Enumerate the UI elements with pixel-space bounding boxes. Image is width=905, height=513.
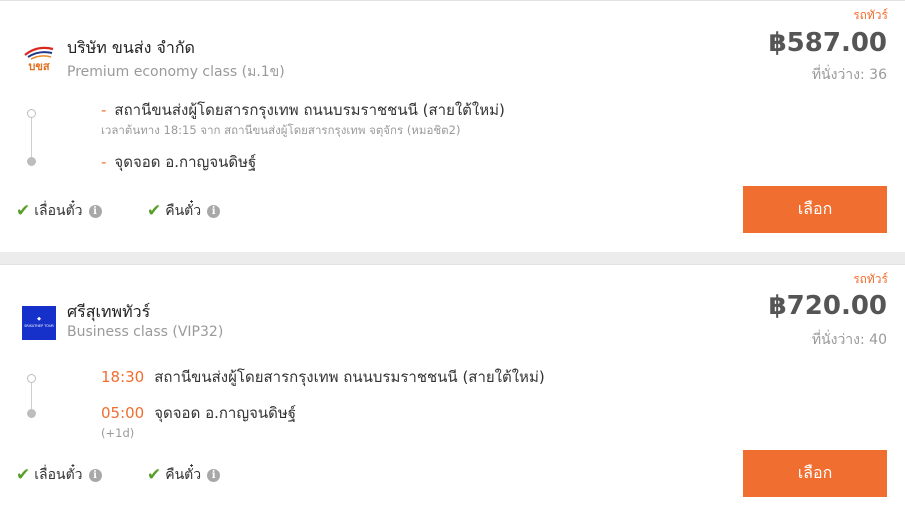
seats-available: ที่นั่งว่าง: 40 [811,332,887,348]
feature-refund-ticket: ✔ คืนตั๋ว i [147,464,221,486]
arrival-station: จุดจอด อ.กาญจนดิษฐ์ [114,153,257,171]
arrival-stop: 05:00 จุดจอด อ.กาญจนดิษฐ์ [101,401,296,425]
feature-refund-ticket: ✔ คืนตั๋ว i [147,200,221,222]
check-icon: ✔ [16,465,31,485]
logo-lettering: บขส [28,60,50,73]
price: ฿720.00 [768,291,887,321]
vehicle-type-tag: รถทัวร์ [853,8,888,22]
feature-label: เลื่อนตั๋ว [34,467,83,483]
departure-stop: - สถานีขนส่งผู้โดยสารกรุงเทพ ถนนบรมราชชนน… [101,98,505,122]
divider [0,0,905,1]
timeline-line [31,118,32,158]
svg-text:◆: ◆ [37,316,41,322]
select-button[interactable]: เลือก [743,186,887,233]
origin-note: เวลาต้นทาง 18:15 จาก สถานีขนส่งผู้โดยสาร… [101,123,461,137]
arrival-station: จุดจอด อ.กาญจนดิษฐ์ [154,404,297,422]
logo-lettering: SRISUTHEP TOUR [24,324,54,328]
feature-change-ticket: ✔ เลื่อนตั๋ว i [16,200,102,222]
company-name: บริษัท ขนส่ง จำกัด [67,38,195,57]
check-icon: ✔ [16,201,31,221]
vehicle-type-tag: รถทัวร์ [853,272,888,286]
info-icon[interactable]: i [207,204,221,218]
arrival-time: 05:00 [101,404,145,422]
bullet-dash: - [101,153,107,171]
company-logo: บขส [22,40,56,74]
info-icon[interactable]: i [207,468,221,482]
company-logo: ◆ SRISUTHEP TOUR [22,306,56,340]
feature-label: คืนตั๋ว [165,203,202,219]
trip-card: รถทัวร์ ◆ SRISUTHEP TOUR ศรีสุเทพทัวร์ B… [0,264,905,513]
company-name: ศรีสุเทพทัวร์ [67,302,151,321]
timeline-start-dot [27,374,36,383]
departure-station: สถานีขนส่งผู้โดยสารกรุงเทพ ถนนบรมราชชนนี… [114,101,505,119]
feature-label: เลื่อนตั๋ว [34,203,83,219]
check-icon: ✔ [147,465,162,485]
timeline-line [31,383,32,410]
select-button[interactable]: เลือก [743,450,887,497]
bus-class: Business class (VIP32) [67,324,224,340]
bus-class: Premium economy class (ม.1ข) [67,64,285,80]
timeline-start-dot [27,109,36,118]
next-day-note: (+1d) [101,426,135,440]
trip-card: รถทัวร์ บขส บริษัท ขนส่ง จำกัด Premium e… [0,0,905,252]
timeline-end-dot [27,157,36,166]
departure-station: สถานีขนส่งผู้โดยสารกรุงเทพ ถนนบรมราชชนนี… [154,368,545,386]
bullet-dash: - [101,101,107,119]
info-icon[interactable]: i [88,468,102,482]
info-icon[interactable]: i [88,204,102,218]
seats-available: ที่นั่งว่าง: 36 [811,67,887,83]
feature-change-ticket: ✔ เลื่อนตั๋ว i [16,464,102,486]
arrival-stop: - จุดจอด อ.กาญจนดิษฐ์ [101,150,256,174]
departure-time: 18:30 [101,368,145,386]
timeline-end-dot [27,409,36,418]
feature-label: คืนตั๋ว [165,467,202,483]
check-icon: ✔ [147,201,162,221]
departure-stop: 18:30 สถานีขนส่งผู้โดยสารกรุงเทพ ถนนบรมรา… [101,365,545,389]
price: ฿587.00 [768,28,887,58]
